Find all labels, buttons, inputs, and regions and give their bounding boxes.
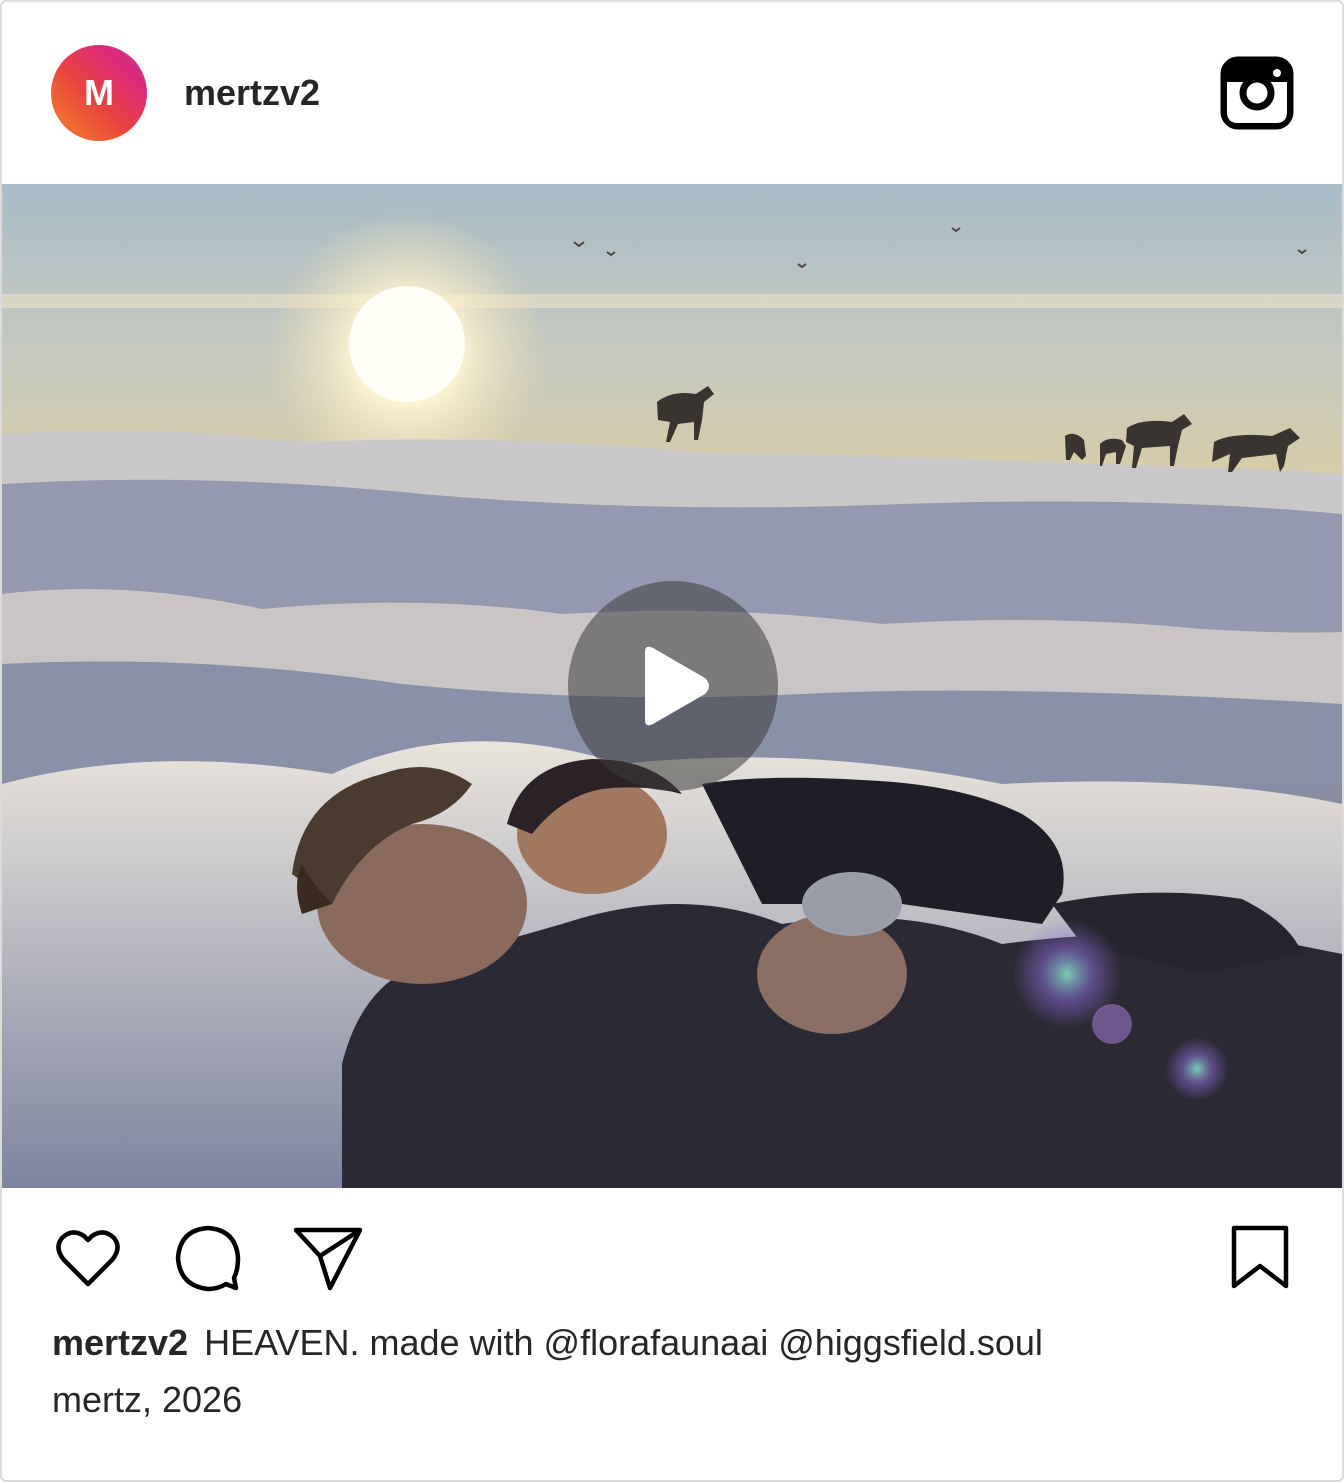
send-icon[interactable] — [292, 1222, 364, 1294]
caption-username[interactable]: mertzv2 — [52, 1322, 188, 1363]
instagram-icon[interactable] — [1220, 56, 1294, 130]
caption-line-2: mertz, 2026 — [52, 1379, 243, 1420]
play-button[interactable] — [568, 581, 778, 791]
avatar[interactable]: M — [51, 45, 147, 141]
avatar-initial: M — [84, 72, 114, 113]
post-header: M mertzv2 — [2, 2, 1342, 184]
bookmark-icon[interactable] — [1224, 1222, 1296, 1294]
action-bar — [2, 1192, 1342, 1322]
post-video[interactable] — [2, 184, 1342, 1188]
caption-line-1: mertzv2 HEAVEN. made with @florafaunaai @… — [52, 1314, 1292, 1371]
comment-icon[interactable] — [172, 1222, 244, 1294]
caption-text: HEAVEN. made with @florafaunaai @higgsfi… — [204, 1322, 1043, 1363]
post-caption: mertzv2 HEAVEN. made with @florafaunaai @… — [52, 1314, 1292, 1428]
post-card: M mertzv2 mertzv2 HEAVEN. made with @flo… — [0, 0, 1344, 1482]
heart-icon[interactable] — [52, 1222, 124, 1294]
play-icon — [645, 646, 709, 726]
post-username[interactable]: mertzv2 — [184, 68, 320, 118]
